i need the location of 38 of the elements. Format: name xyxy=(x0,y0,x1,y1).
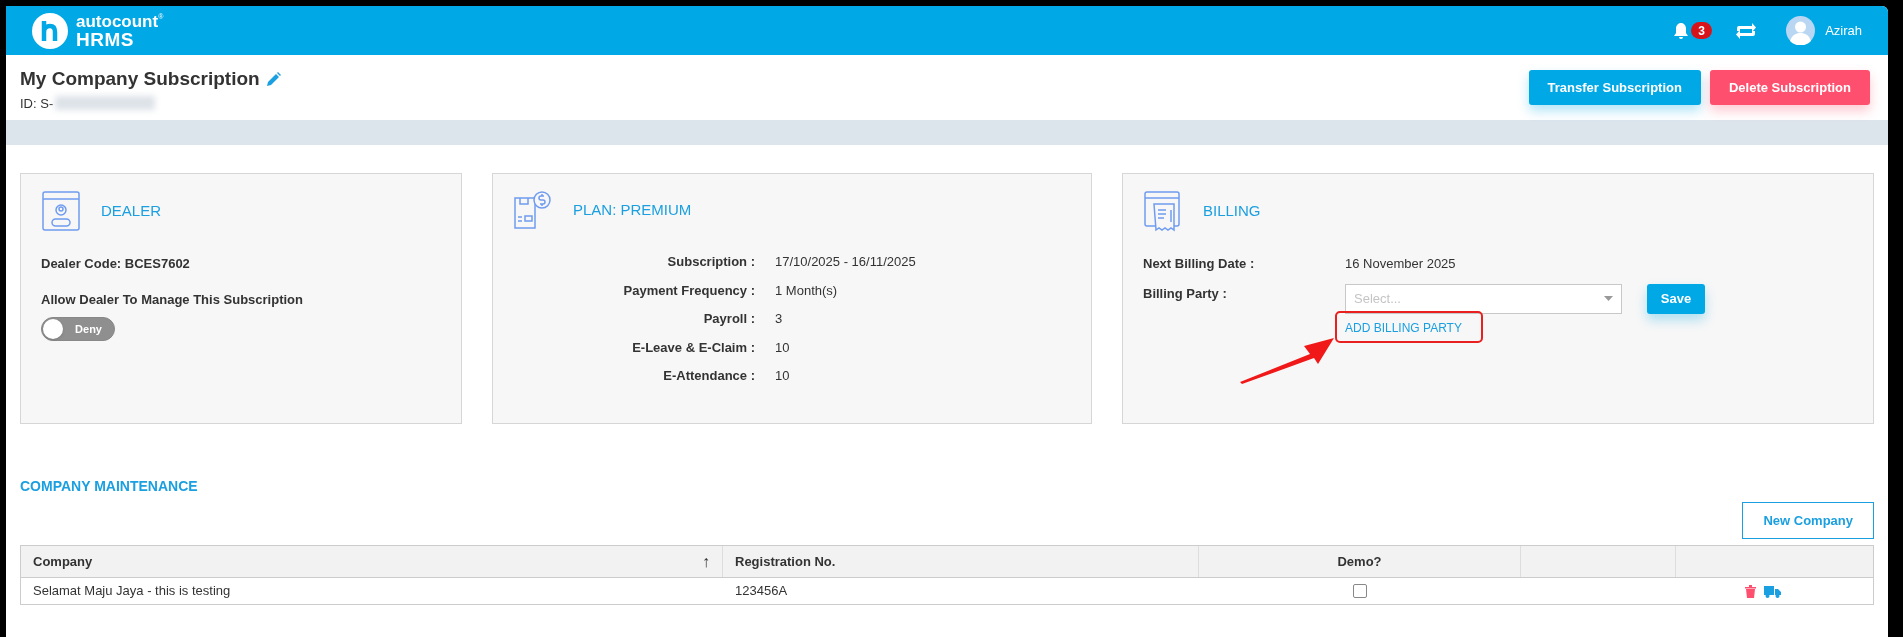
card-title: BILLING xyxy=(1203,200,1261,221)
column-header[interactable]: Company xyxy=(33,551,93,572)
notification-badge: 3 xyxy=(1691,22,1713,39)
dealer-code: Dealer Code: BCES7602 xyxy=(41,255,191,273)
plan-value: 17/10/2025 - 16/11/2025 xyxy=(775,253,917,271)
billing-label: Next Billing Date : xyxy=(1143,255,1256,273)
subscription-id: ID: S- xyxy=(20,94,54,113)
logo-product: HRMS xyxy=(76,29,135,49)
plan-label: Subscription : xyxy=(666,253,755,271)
subscription-button[interactable]: Transfer Subscription xyxy=(1528,70,1701,105)
toggle-switch[interactable]: Deny xyxy=(41,317,115,341)
plan-value: 10 xyxy=(775,367,791,385)
plan-value: 10 xyxy=(775,338,791,357)
section-title: COMPANY MAINTENANCE xyxy=(20,477,199,496)
table-cell-text: 123456A xyxy=(735,582,788,601)
billing-label: Billing Party : xyxy=(1143,284,1228,303)
plan-label: Payroll : xyxy=(702,310,755,328)
column-header: Registration No. xyxy=(735,552,836,571)
logo-text: autocount xyxy=(76,12,159,30)
save-button[interactable]: Save xyxy=(1647,283,1705,314)
subscription-button[interactable]: Delete Subscription xyxy=(1709,70,1870,105)
user-name[interactable]: Azirah xyxy=(1825,20,1862,41)
plan-label: E-Leave & E-Claim : xyxy=(631,338,755,357)
sort-icon[interactable]: ↑ xyxy=(702,549,710,574)
plan-value: 3 xyxy=(775,310,784,328)
table-cell-text: Selamat Maju Jaya - this is testing xyxy=(33,582,231,601)
plan-label: E-Attendance : xyxy=(662,367,755,385)
plan-label: Payment Frequency : xyxy=(622,281,755,300)
new-company-button[interactable]: New Company xyxy=(1742,502,1874,539)
billing-value: 16 November 2025 xyxy=(1345,255,1457,273)
page-title: My Company Subscription xyxy=(20,67,260,91)
billing-party-select[interactable]: Select... xyxy=(1345,283,1622,314)
allow-dealer-label: Allow Dealer To Manage This Subscription xyxy=(41,290,304,309)
add-billing-party-link[interactable]: ADD BILLING PARTY xyxy=(1345,320,1462,335)
card-title: PLAN: PREMIUM xyxy=(573,199,692,220)
plan-value: 1 Month(s) xyxy=(775,281,839,300)
card-title: DEALER xyxy=(101,200,162,221)
column-header: Demo? xyxy=(1337,552,1382,571)
